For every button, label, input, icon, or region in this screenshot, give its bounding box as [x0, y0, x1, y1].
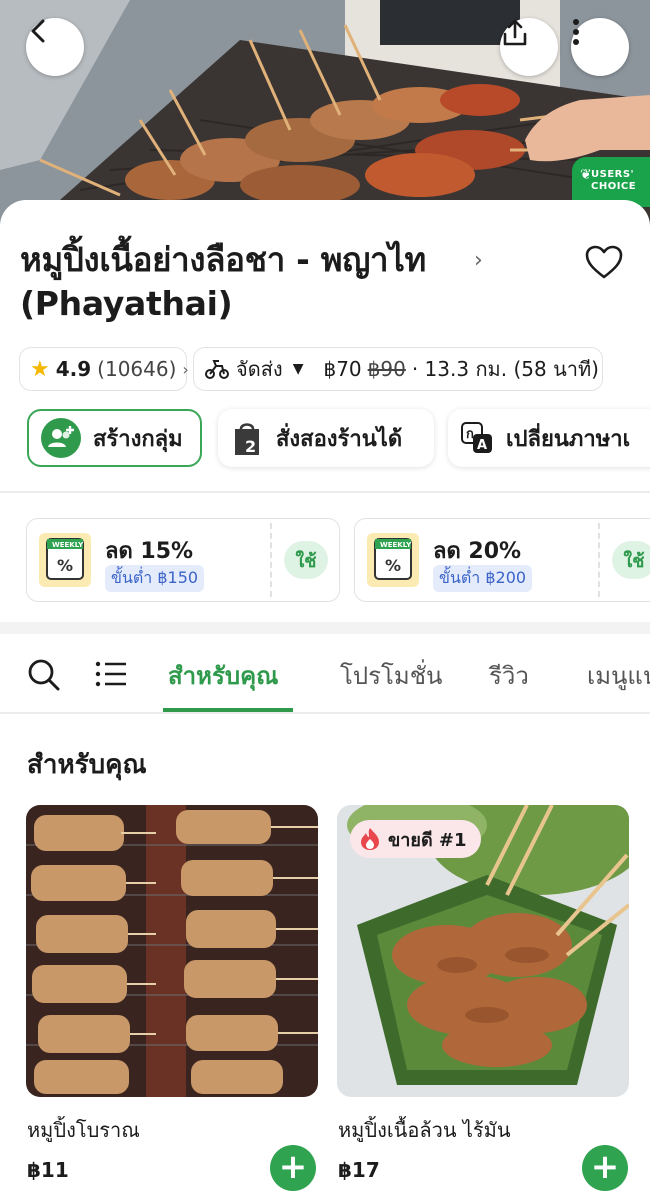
voucher-card[interactable]: WEEKLY% ลด 15% ขั้นต่ำ ฿150 ใช้	[26, 518, 340, 602]
restaurant-page: ❦ USERS' CHOICE หมูปิ้งเนื้อย่างลือชา - …	[0, 0, 650, 1199]
svg-text:%: %	[385, 556, 401, 575]
shopping-bag-icon: 2	[230, 419, 264, 457]
translate-label: เปลี่ยนภาษาเ	[506, 426, 631, 452]
menu-item-price: ฿11	[27, 1158, 69, 1182]
svg-text:%: %	[57, 556, 73, 575]
plus-icon: +	[278, 1147, 308, 1187]
plus-icon: +	[590, 1147, 620, 1187]
delivery-mode-label: จัดส่ง	[236, 357, 283, 381]
add-to-cart-button[interactable]: +	[582, 1145, 628, 1191]
voucher-separator	[270, 523, 272, 597]
menu-item-name: หมูปิ้งโบราณ	[27, 1118, 140, 1142]
weekly-voucher-icon: WEEKLY%	[39, 533, 91, 587]
use-voucher-button[interactable]: ใช้	[612, 541, 650, 579]
back-button[interactable]	[26, 18, 84, 76]
delivery-chip[interactable]: จัดส่ง ▼ ฿70 ฿90 · 13.3 กม. (58 นาที)	[193, 347, 603, 391]
svg-text:WEEKLY: WEEKLY	[380, 541, 412, 549]
more-options-button[interactable]	[571, 18, 629, 76]
delivery-fee: ฿70	[323, 357, 362, 381]
distance-time: · 13.3 กม. (58 นาที)	[411, 357, 599, 381]
chevron-right-icon[interactable]: ›	[474, 248, 483, 273]
rating-value: 4.9	[55, 357, 92, 381]
menu-item-price: ฿17	[338, 1158, 380, 1182]
group-add-icon	[41, 418, 81, 458]
rating-chip[interactable]: ★ 4.9 (10646) ›	[19, 347, 189, 391]
use-voucher-button[interactable]: ใช้	[284, 541, 328, 579]
laurel-icon: ❦	[580, 167, 593, 183]
create-group-label: สร้างกลุ่ม	[93, 426, 183, 452]
bestseller-badge: ขายดี #1	[350, 820, 481, 858]
users-choice-label: USERS' CHOICE	[591, 169, 637, 192]
star-icon: ★	[30, 356, 50, 382]
section-divider	[0, 622, 650, 634]
delivery-scooter-icon	[204, 358, 230, 380]
tab-for-you[interactable]: สำหรับคุณ	[168, 656, 278, 695]
search-icon[interactable]	[27, 658, 61, 696]
voucher-card[interactable]: WEEKLY% ลด 20% ขั้นต่ำ ฿200 ใช้	[354, 518, 650, 602]
translate-icon: กA	[460, 421, 494, 455]
menu-item-image[interactable]	[26, 805, 318, 1097]
menu-tab-bar: สำหรับคุณ โปรโมชั่น รีวิว เมนูแน	[0, 636, 650, 712]
svg-text:ก: ก	[466, 427, 474, 442]
create-group-button[interactable]: สร้างกลุ่ม	[27, 409, 202, 467]
menu-item-name: หมูปิ้งเนื้อล้วน ไร้มัน	[338, 1118, 511, 1142]
add-to-cart-button[interactable]: +	[270, 1145, 316, 1191]
voucher-title: ลด 15%	[105, 539, 194, 564]
heart-icon	[584, 245, 624, 284]
chevron-right-icon: ›	[182, 359, 189, 379]
order-two-stores-button[interactable]: 2 สั่งสองร้านได้	[218, 409, 434, 467]
divider	[0, 712, 650, 714]
voucher-minimum: ขั้นต่ำ ฿200	[433, 565, 533, 592]
list-menu-icon[interactable]	[95, 660, 127, 692]
translate-button[interactable]: กA เปลี่ยนภาษาเ	[448, 409, 650, 467]
restaurant-name-line1: หมูปิ้งเนื้อย่างลือชา - พญาไท	[20, 240, 426, 279]
tab-promotions[interactable]: โปรโมชั่น	[340, 656, 442, 695]
tab-recommended-menu[interactable]: เมนูแน	[587, 656, 650, 695]
voucher-separator	[598, 523, 600, 597]
caret-down-icon: ▼	[292, 361, 304, 377]
divider	[0, 491, 650, 493]
weekly-voucher-icon: WEEKLY%	[367, 533, 419, 587]
svg-text:WEEKLY: WEEKLY	[52, 541, 84, 549]
tab-reviews[interactable]: รีวิว	[489, 656, 529, 695]
voucher-title: ลด 20%	[433, 539, 522, 564]
section-title: สำหรับคุณ	[27, 750, 147, 780]
voucher-minimum: ขั้นต่ำ ฿150	[105, 565, 205, 592]
favorite-button[interactable]	[584, 244, 628, 284]
order-two-stores-label: สั่งสองร้านได้	[276, 426, 403, 452]
review-count: (10646)	[97, 357, 177, 381]
restaurant-name-line2: (Phayathai)	[20, 284, 233, 323]
svg-text:A: A	[477, 438, 487, 453]
delivery-fee-original: ฿90	[367, 357, 406, 381]
bestseller-label: ขายดี #1	[388, 829, 467, 851]
svg-text:2: 2	[245, 437, 256, 456]
share-button[interactable]	[500, 18, 558, 76]
restaurant-title[interactable]: หมูปิ้งเนื้อย่างลือชา - พญาไท (Phayathai…	[20, 238, 580, 326]
fire-icon	[360, 827, 380, 851]
